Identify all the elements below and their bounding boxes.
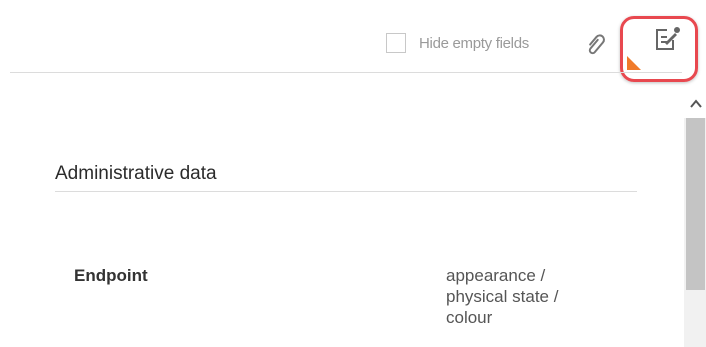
endpoint-label: Endpoint <box>74 266 148 285</box>
hide-empty-fields-label: Hide empty fields <box>419 34 529 52</box>
chevron-up-icon[interactable] <box>688 96 704 112</box>
endpoint-value-line: colour <box>446 308 493 327</box>
hide-empty-fields-checkbox[interactable] <box>386 33 406 53</box>
scrollbar-thumb[interactable] <box>686 118 705 290</box>
toolbar: Hide empty fields <box>0 0 706 82</box>
endpoint-value: appearance / physical state / colour <box>446 265 626 328</box>
hide-empty-fields-toggle[interactable]: Hide empty fields <box>386 30 529 56</box>
toolbar-divider <box>10 72 682 73</box>
section-divider <box>55 191 637 192</box>
paperclip-icon[interactable] <box>583 31 609 55</box>
endpoint-value-line: physical state / <box>446 287 559 306</box>
section-title: Administrative data <box>55 163 217 184</box>
endpoint-value-line: appearance / <box>446 266 546 285</box>
